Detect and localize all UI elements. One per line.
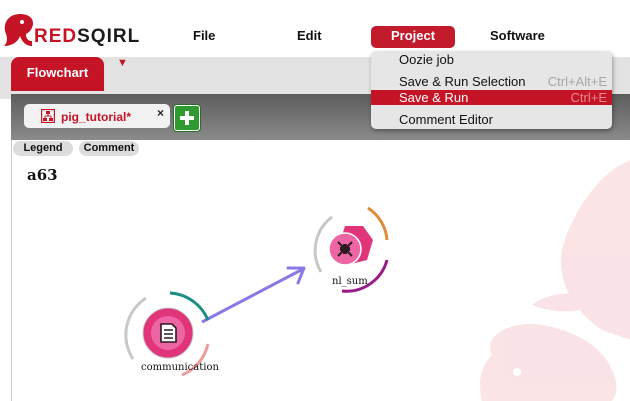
triangle-down-icon[interactable]: ▼ [117, 57, 128, 69]
tab-flowchart[interactable]: Flowchart [11, 57, 104, 91]
comment-button[interactable]: Comment [79, 141, 139, 156]
menu-item-save-run-selection[interactable]: Save & Run Selection Ctrl+Alt+E [371, 74, 612, 89]
menu-edit[interactable]: Edit [297, 28, 322, 43]
node-label-nl-sum[interactable]: nl_sum [332, 276, 368, 287]
menu-project[interactable]: Project [371, 26, 456, 48]
menu-item-comment-editor[interactable]: Comment Editor [371, 112, 612, 127]
top-bar: REDSQIRL File Edit Project Software [0, 0, 630, 57]
menu-item-oozie-job[interactable]: Oozie job [371, 52, 612, 67]
workflow-icon [41, 109, 55, 123]
document-icon [160, 323, 177, 343]
node-label-communication[interactable]: communication [141, 362, 219, 373]
project-dropdown-menu: Oozie job Save & Run Selection Ctrl+Alt+… [371, 51, 612, 129]
plus-icon[interactable] [174, 105, 200, 131]
legend-button[interactable]: Legend [13, 141, 73, 156]
menu-software[interactable]: Software [490, 28, 545, 43]
file-tab[interactable]: pig_tutorial* [24, 104, 170, 128]
logo-word-red: RED [34, 26, 78, 47]
shortcut-label: Ctrl+E [570, 90, 607, 105]
file-tab-label: pig_tutorial* [61, 110, 132, 124]
squirrel-watermark-icon [480, 160, 630, 401]
menu-file[interactable]: File [193, 28, 215, 43]
close-icon[interactable]: × [157, 106, 164, 120]
logo-wordmark: REDSQIRL [34, 26, 140, 48]
connector-line [201, 267, 304, 324]
logo-word-dark: SQIRL [77, 26, 141, 47]
menu-item-save-run[interactable]: Save & Run Ctrl+E [371, 90, 612, 105]
canvas-title: a63 [27, 166, 58, 184]
canvas-drawing [124, 160, 630, 401]
flowchart-canvas[interactable] [11, 140, 630, 401]
shortcut-label: Ctrl+Alt+E [547, 74, 607, 89]
